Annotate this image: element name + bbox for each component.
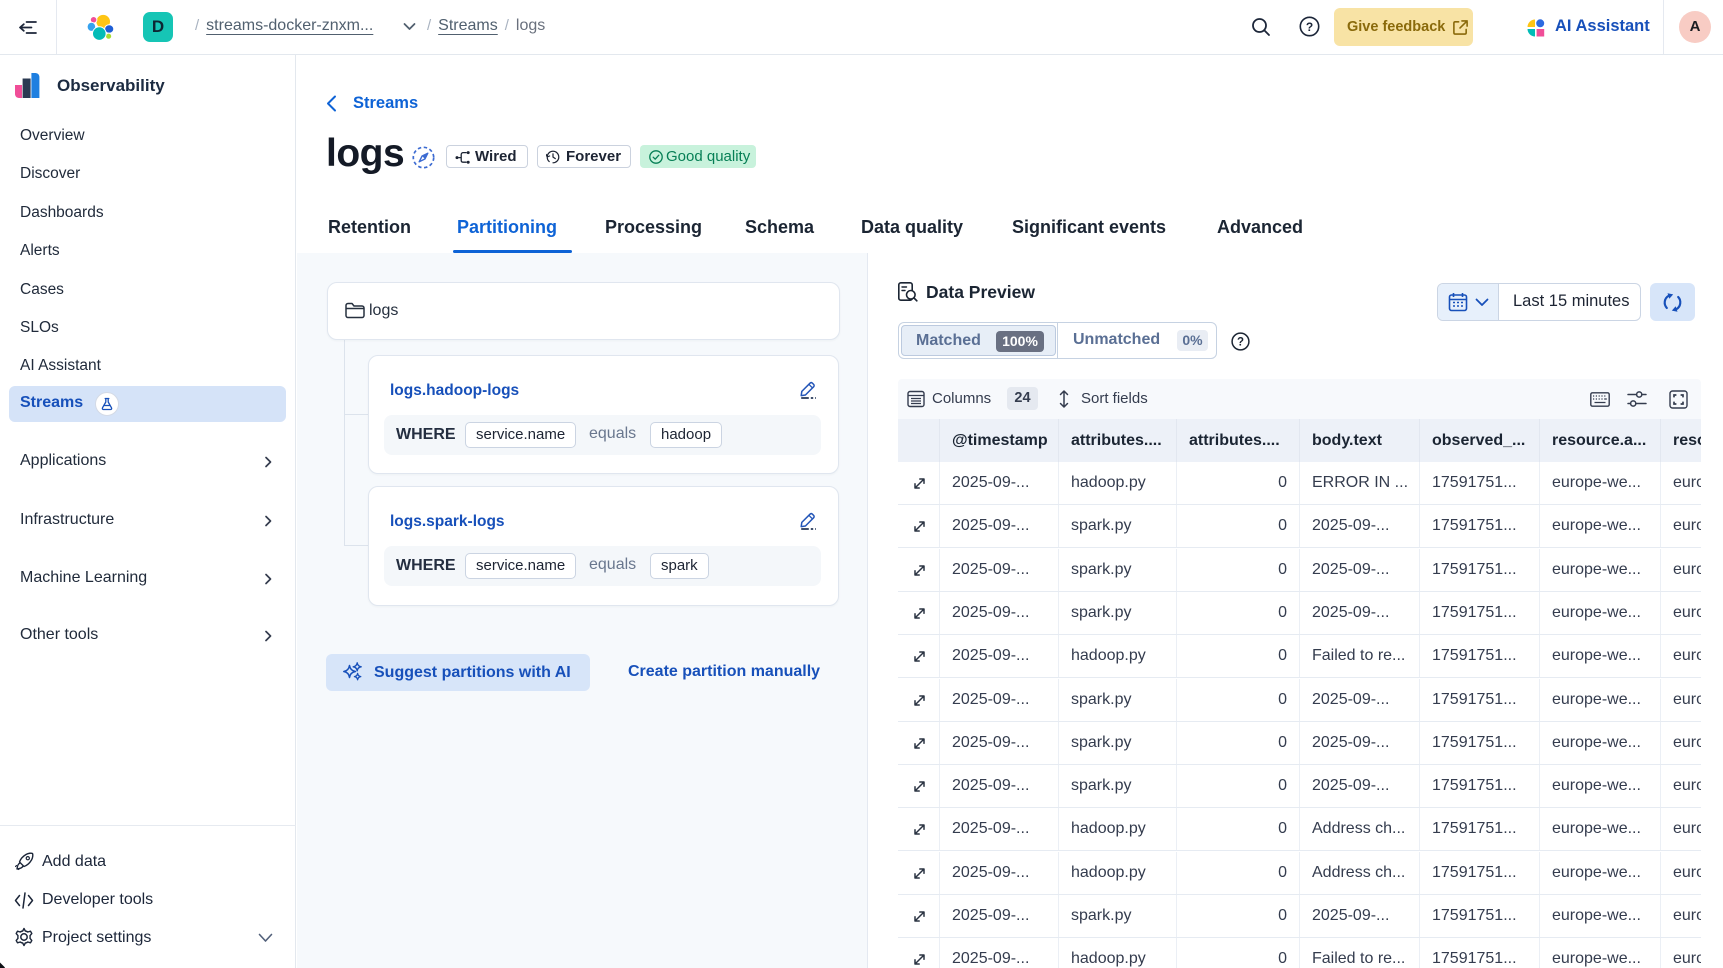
svg-text:?: ?: [1237, 337, 1244, 349]
svg-text:?: ?: [1306, 20, 1313, 34]
